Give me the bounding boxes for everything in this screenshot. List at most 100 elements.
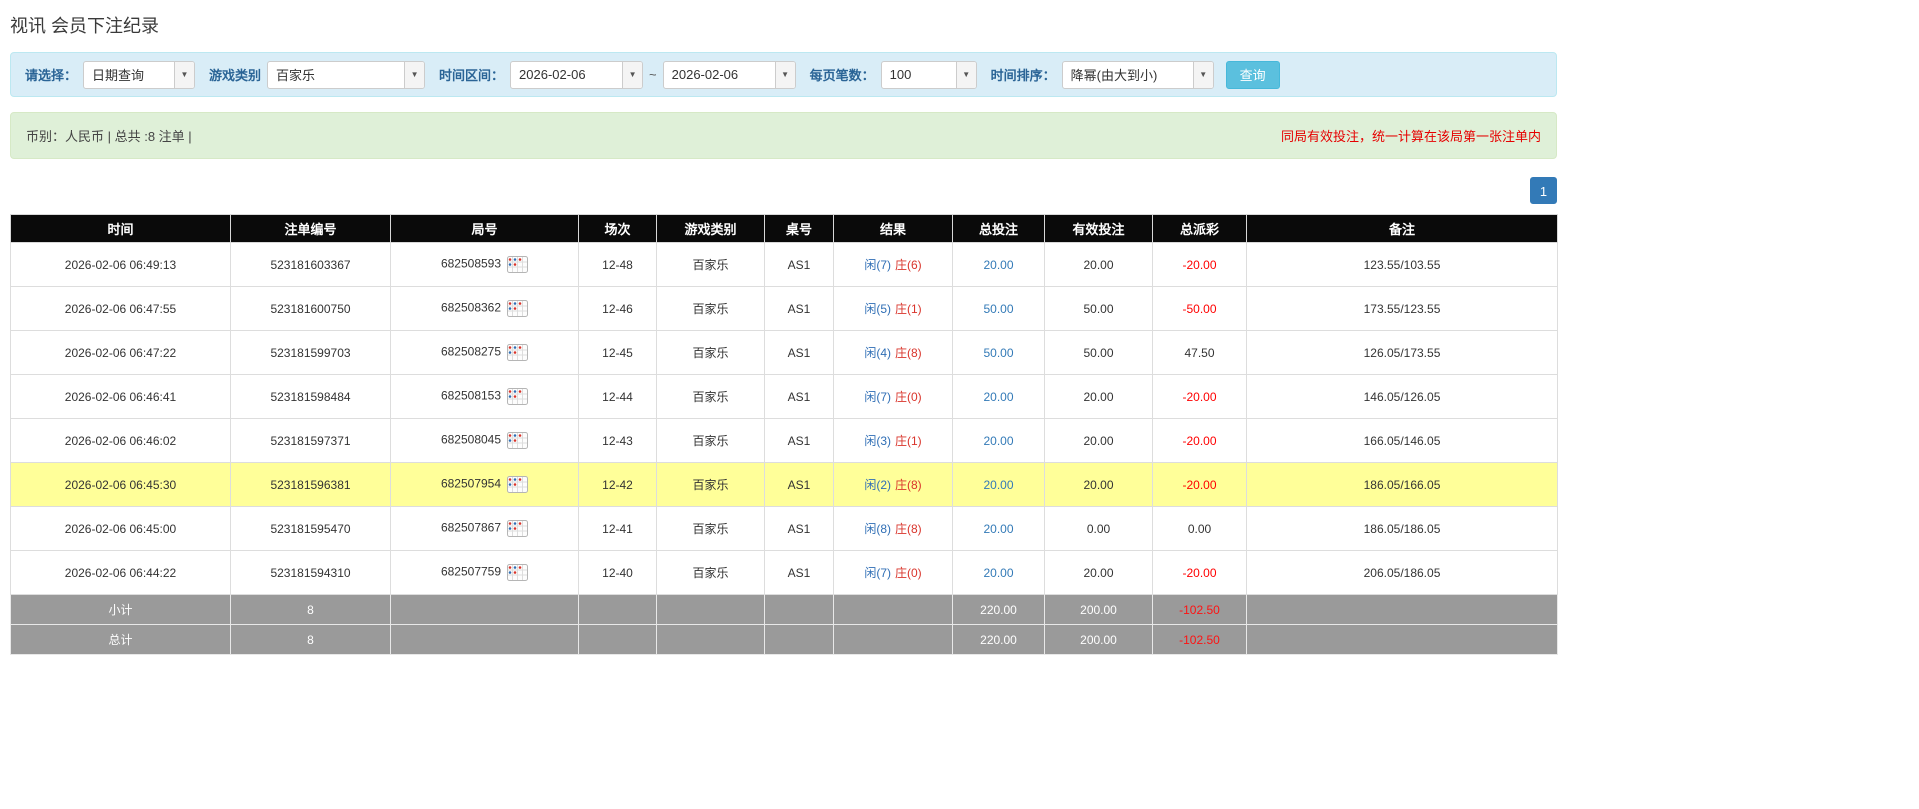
roadmap-icon[interactable] — [507, 300, 529, 317]
footer-empty-cell — [656, 594, 765, 625]
cell-total-bet: 20.00 — [952, 462, 1045, 507]
cell-time: 2026-02-06 06:47:55 — [10, 286, 231, 331]
total-bet-link[interactable]: 20.00 — [983, 478, 1013, 492]
cell-bet-id: 523181597371 — [230, 418, 391, 463]
cell-valid-bet: 50.00 — [1044, 330, 1153, 375]
column-header: 总投注 — [952, 214, 1045, 243]
footer-empty-cell — [1246, 624, 1558, 655]
cell-total-bet: 20.00 — [952, 418, 1045, 463]
cell-total-bet: 20.00 — [952, 242, 1045, 287]
game-type-combobox[interactable]: 百家乐 ▼ — [267, 60, 426, 89]
roadmap-icon[interactable] — [507, 256, 529, 273]
cell-game-type: 百家乐 — [656, 506, 765, 551]
table-row: 2026-02-06 06:44:22 523181594310 6825077… — [10, 550, 1558, 595]
cell-session: 12-45 — [578, 330, 657, 375]
result-player: 闲(7) — [864, 566, 891, 580]
date-query-value: 日期查询 — [92, 68, 145, 83]
roadmap-icon[interactable] — [507, 388, 529, 405]
roadmap-icon[interactable] — [507, 520, 529, 537]
footer-empty-cell — [578, 624, 657, 655]
footer-label: 总计 — [10, 624, 231, 655]
footer-total-bet: 220.00 — [952, 594, 1045, 625]
cell-result: 闲(7) 庄(6) — [833, 242, 953, 287]
date-query-combobox[interactable]: 日期查询 ▼ — [83, 60, 196, 89]
total-bet-link[interactable]: 20.00 — [983, 566, 1013, 580]
footer-payout: -102.50 — [1152, 624, 1247, 655]
result-banker: 庄(1) — [895, 434, 922, 448]
total-bet-link[interactable]: 50.00 — [983, 346, 1013, 360]
table-footer-row: 小计 8 220.00 200.00 -102.50 — [10, 594, 1558, 625]
chevron-down-icon[interactable]: ▼ — [622, 61, 643, 88]
total-bet-link[interactable]: 20.00 — [983, 390, 1013, 404]
currency-summary-text: 币别：人民币 | 总共 :8 注单 | — [26, 129, 192, 144]
total-bet-link[interactable]: 20.00 — [983, 522, 1013, 536]
cell-table-no: AS1 — [764, 242, 834, 287]
footer-empty-cell — [656, 624, 765, 655]
round-id-text: 682507867 — [440, 520, 502, 535]
footer-empty-cell — [833, 624, 953, 655]
cell-game-type: 百家乐 — [656, 242, 765, 287]
cell-payout: 0.00 — [1152, 506, 1247, 551]
chevron-down-icon[interactable]: ▼ — [774, 61, 795, 88]
roadmap-icon[interactable] — [507, 476, 529, 493]
footer-empty-cell — [833, 594, 953, 625]
chevron-down-icon[interactable]: ▼ — [174, 61, 195, 88]
page-button-1[interactable]: 1 — [1530, 177, 1557, 204]
cell-remark: 126.05/173.55 — [1246, 330, 1558, 375]
filter-label-select: 请选择： — [25, 68, 78, 83]
cell-payout: -20.00 — [1152, 374, 1247, 419]
footer-empty-cell — [578, 594, 657, 625]
roadmap-icon[interactable] — [507, 564, 529, 581]
sort-order-combobox[interactable]: 降幂(由大到小) ▼ — [1061, 60, 1214, 89]
cell-table-no: AS1 — [764, 330, 834, 375]
column-header: 游戏类别 — [656, 214, 765, 243]
cell-remark: 186.05/186.05 — [1246, 506, 1558, 551]
cell-result: 闲(8) 庄(8) — [833, 506, 953, 551]
footer-payout: -102.50 — [1152, 594, 1247, 625]
cell-remark: 186.05/166.05 — [1246, 462, 1558, 507]
filter-label-time-range: 时间区间： — [439, 68, 505, 83]
roadmap-icon[interactable] — [507, 432, 529, 449]
cell-valid-bet: 50.00 — [1044, 286, 1153, 331]
page-size-combobox[interactable]: 100 ▼ — [880, 60, 977, 89]
round-id-text: 682507759 — [440, 564, 502, 579]
cell-bet-id: 523181596381 — [230, 462, 391, 507]
total-bet-link[interactable]: 20.00 — [983, 258, 1013, 272]
footer-empty-cell — [764, 624, 834, 655]
date-from-combobox[interactable]: 2026-02-06 ▼ — [510, 60, 644, 89]
cell-round-id: 682507954 — [390, 462, 579, 507]
cell-time: 2026-02-06 06:49:13 — [10, 242, 231, 287]
cell-time: 2026-02-06 06:45:00 — [10, 506, 231, 551]
cell-bet-id: 523181599703 — [230, 330, 391, 375]
result-player: 闲(7) — [864, 390, 891, 404]
cell-valid-bet: 20.00 — [1044, 462, 1153, 507]
cell-session: 12-42 — [578, 462, 657, 507]
footer-total-bet: 220.00 — [952, 624, 1045, 655]
cell-total-bet: 50.00 — [952, 330, 1045, 375]
roadmap-icon[interactable] — [507, 344, 529, 361]
cell-time: 2026-02-06 06:47:22 — [10, 330, 231, 375]
result-player: 闲(7) — [864, 258, 891, 272]
sort-order-value: 降幂(由大到小) — [1070, 68, 1158, 83]
column-header: 局号 — [390, 214, 579, 243]
result-banker: 庄(8) — [895, 522, 922, 536]
round-id-text: 682508275 — [440, 344, 502, 359]
cell-time: 2026-02-06 06:46:41 — [10, 374, 231, 419]
column-header: 注单编号 — [230, 214, 391, 243]
total-bet-link[interactable]: 50.00 — [983, 302, 1013, 316]
cell-payout: -20.00 — [1152, 418, 1247, 463]
chevron-down-icon[interactable]: ▼ — [1192, 61, 1213, 88]
chevron-down-icon[interactable]: ▼ — [955, 61, 976, 88]
pagination: 1 — [10, 177, 1557, 204]
total-bet-link[interactable]: 20.00 — [983, 434, 1013, 448]
date-to-combobox[interactable]: 2026-02-06 ▼ — [662, 60, 796, 89]
search-button[interactable]: 查询 — [1225, 60, 1280, 89]
info-bar: 币别：人民币 | 总共 :8 注单 | 同局有效投注，统一计算在该局第一张注单内 — [10, 112, 1557, 159]
column-header: 总派彩 — [1152, 214, 1247, 243]
cell-payout: 47.50 — [1152, 330, 1247, 375]
cell-round-id: 682507867 — [390, 506, 579, 551]
cell-session: 12-40 — [578, 550, 657, 595]
chevron-down-icon[interactable]: ▼ — [404, 61, 425, 88]
cell-result: 闲(2) 庄(8) — [833, 462, 953, 507]
cell-remark: 146.05/126.05 — [1246, 374, 1558, 419]
